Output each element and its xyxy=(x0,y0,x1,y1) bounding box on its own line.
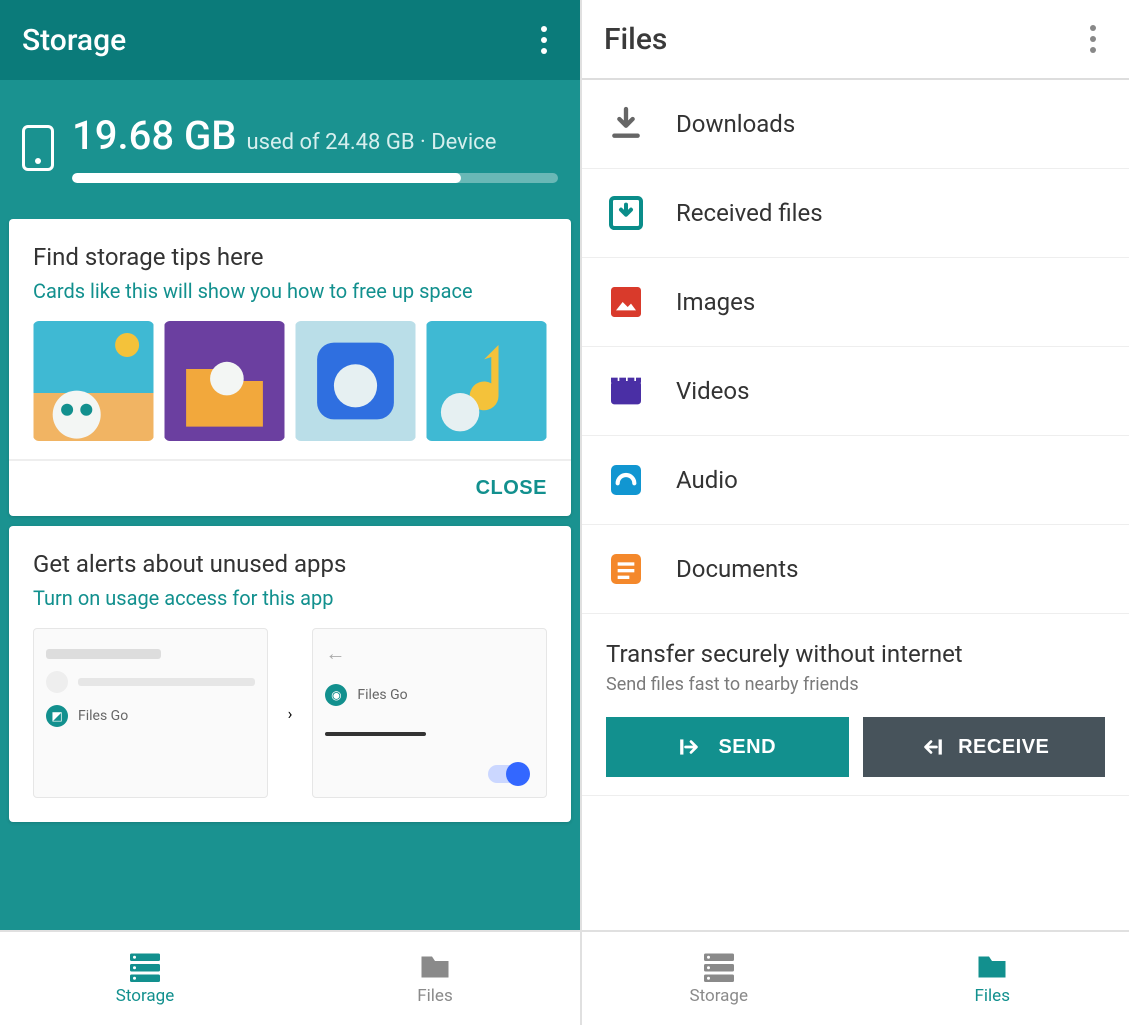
receive-button-label: RECEIVE xyxy=(958,736,1049,759)
files-tab-icon xyxy=(974,952,1010,982)
files-row-label: Images xyxy=(676,288,755,316)
tip-thumb-beach xyxy=(33,321,154,441)
tips-card-subtitle: Cards like this will show you how to fre… xyxy=(33,279,547,303)
alerts-card-title: Get alerts about unused apps xyxy=(33,550,547,578)
alerts-app-label-2: Files Go xyxy=(357,687,407,703)
more-menu-icon[interactable] xyxy=(1079,19,1107,59)
files-row-documents[interactable]: Documents xyxy=(582,525,1129,614)
tip-thumb-app xyxy=(295,321,416,441)
nav-files-label: Files xyxy=(975,986,1010,1006)
storage-title: Storage xyxy=(22,23,126,58)
files-row-label: Documents xyxy=(676,555,799,583)
transfer-title: Transfer securely without internet xyxy=(606,640,1105,668)
tip-thumb-folder xyxy=(164,321,285,441)
files-row-received[interactable]: Received files xyxy=(582,169,1129,258)
audio-icon xyxy=(606,460,646,500)
tips-thumbnails xyxy=(33,321,547,441)
send-icon xyxy=(678,736,704,758)
received-icon xyxy=(606,193,646,233)
tips-card-title: Find storage tips here xyxy=(33,243,547,271)
files-row-label: Downloads xyxy=(676,110,795,138)
transfer-subtitle: Send files fast to nearby friends xyxy=(606,674,1105,695)
alerts-card-subtitle: Turn on usage access for this app xyxy=(33,586,547,610)
files-row-videos[interactable]: Videos xyxy=(582,347,1129,436)
alerts-mock-list: ◩Files Go xyxy=(33,628,268,798)
storage-appbar: Storage xyxy=(0,0,580,80)
videos-icon xyxy=(606,371,646,411)
images-icon xyxy=(606,282,646,322)
nav-files[interactable]: Files xyxy=(290,932,580,1025)
files-appbar: Files xyxy=(582,0,1129,80)
storage-progress-fill xyxy=(72,173,461,183)
storage-tab-icon xyxy=(127,952,163,982)
files-row-label: Received files xyxy=(676,199,823,227)
nav-storage-label: Storage xyxy=(116,986,174,1006)
right-bottom-nav: Storage Files xyxy=(582,930,1129,1025)
device-icon xyxy=(22,125,54,171)
storage-hero: 19.68 GB used of 24.48 GB · Device xyxy=(0,80,580,219)
files-row-label: Audio xyxy=(676,466,738,494)
storage-progress xyxy=(72,173,558,183)
storage-used-sub: used of 24.48 GB · Device xyxy=(246,130,496,155)
nav-storage-label: Storage xyxy=(690,986,748,1006)
files-list: Downloads Received files Images Videos A… xyxy=(582,80,1129,930)
files-screen: Files Downloads Received files Images Vi… xyxy=(580,0,1129,1025)
documents-icon xyxy=(606,549,646,589)
tips-card: Find storage tips here Cards like this w… xyxy=(9,219,571,516)
send-button-label: SEND xyxy=(718,736,776,759)
storage-tab-icon xyxy=(701,952,737,982)
storage-cards: Find storage tips here Cards like this w… xyxy=(0,219,580,930)
chevron-right-icon: › xyxy=(288,704,293,723)
files-row-audio[interactable]: Audio xyxy=(582,436,1129,525)
nav-files-label: Files xyxy=(417,986,452,1006)
receive-icon xyxy=(918,736,944,758)
alerts-mock-detail: ← ◉Files Go xyxy=(312,628,547,798)
alerts-app-label: Files Go xyxy=(78,708,128,724)
storage-used-value: 19.68 GB xyxy=(72,112,237,159)
storage-screen: Storage 19.68 GB used of 24.48 GB · Devi… xyxy=(0,0,580,1025)
left-bottom-nav: Storage Files xyxy=(0,930,580,1025)
files-row-downloads[interactable]: Downloads xyxy=(582,80,1129,169)
files-title: Files xyxy=(604,22,667,57)
files-row-images[interactable]: Images xyxy=(582,258,1129,347)
transfer-card: Transfer securely without internet Send … xyxy=(582,614,1129,796)
more-menu-icon[interactable] xyxy=(530,20,558,60)
tip-thumb-music xyxy=(426,321,547,441)
nav-files[interactable]: Files xyxy=(856,932,1129,1025)
nav-storage[interactable]: Storage xyxy=(582,932,856,1025)
receive-button[interactable]: RECEIVE xyxy=(863,717,1106,777)
files-row-label: Videos xyxy=(676,377,749,405)
nav-storage[interactable]: Storage xyxy=(0,932,290,1025)
toggle-icon xyxy=(488,765,528,783)
download-icon xyxy=(606,104,646,144)
alerts-card: Get alerts about unused apps Turn on usa… xyxy=(9,526,571,822)
tips-close-button[interactable]: CLOSE xyxy=(476,477,547,500)
files-tab-icon xyxy=(417,952,453,982)
send-button[interactable]: SEND xyxy=(606,717,849,777)
